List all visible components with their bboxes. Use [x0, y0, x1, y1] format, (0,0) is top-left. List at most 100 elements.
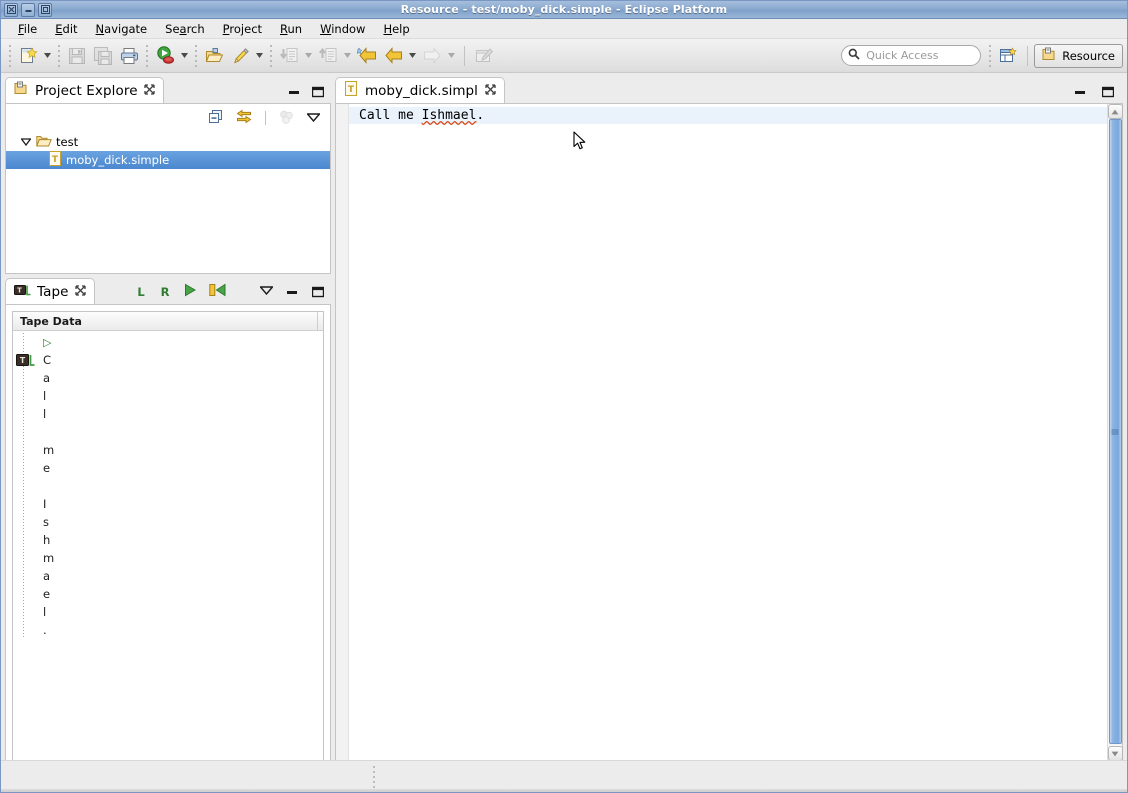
tape-row[interactable]: a	[13, 369, 323, 387]
text-file-icon: T	[48, 151, 62, 169]
run-dropdown-icon[interactable]	[178, 43, 191, 69]
tape-row[interactable]: l	[13, 603, 323, 621]
svg-text:T: T	[348, 85, 355, 95]
folder-icon	[36, 134, 52, 151]
menu-search[interactable]: Search	[156, 20, 214, 38]
code-line-1[interactable]: Call me Ishmael.	[349, 107, 1107, 124]
toolbar-separator	[464, 45, 465, 66]
tab-project-explorer[interactable]: Project Explore	[5, 77, 164, 103]
menu-window[interactable]: Window	[311, 20, 374, 38]
tape-cell-value: m	[43, 551, 55, 565]
maximize-view-icon[interactable]	[1101, 85, 1115, 99]
menu-navigate[interactable]: Navigate	[87, 20, 157, 38]
toolbar-grip[interactable]	[7, 44, 13, 67]
view-menu-icon[interactable]	[305, 112, 322, 125]
menu-file[interactable]: File	[9, 20, 46, 38]
vertical-scroll-thumb[interactable]	[1108, 119, 1122, 744]
editor-text-area[interactable]: Call me Ishmael.	[349, 104, 1107, 761]
maximize-button[interactable]	[38, 2, 52, 17]
tape-row[interactable]: TC	[13, 351, 323, 369]
maximize-view-icon[interactable]	[311, 85, 325, 99]
title-bar: Resource - test/moby_dick.simple - Eclip…	[1, 1, 1127, 19]
collapse-all-icon[interactable]	[208, 109, 223, 127]
run-tape-button[interactable]	[183, 283, 197, 300]
tape-row[interactable]: l	[13, 387, 323, 405]
tab-tape[interactable]: T Tape	[5, 278, 95, 304]
window-title: Resource - test/moby_dick.simple - Eclip…	[400, 3, 728, 16]
tape-rows[interactable]: ▷ T Ca l l m e Is h m a e l.	[13, 331, 323, 768]
toolbar-grip-5[interactable]	[268, 44, 274, 67]
tree-item-moby-dick-simple[interactable]: T moby_dick.simple	[6, 151, 330, 169]
open-resource-icon[interactable]	[201, 43, 227, 69]
menu-edit[interactable]: Edit	[46, 20, 86, 38]
code-error-word: Ishmael	[421, 108, 477, 123]
toolbar-grip-3[interactable]	[144, 44, 150, 67]
close-icon[interactable]	[74, 284, 86, 300]
minimize-button[interactable]	[21, 2, 35, 17]
minimize-view-icon[interactable]	[285, 285, 299, 299]
tape-row[interactable]: h	[13, 531, 323, 549]
project-explorer-title: Project Explore	[35, 82, 138, 99]
editor-vertical-ruler[interactable]	[336, 104, 349, 761]
minimize-view-icon[interactable]	[287, 85, 301, 99]
tape-row[interactable]: .	[13, 621, 323, 639]
expand-twisty-icon[interactable]	[20, 138, 32, 146]
scroll-up-arrow-icon[interactable]	[1107, 104, 1123, 119]
perspective-button-resource[interactable]: Resource	[1034, 43, 1123, 68]
run-icon[interactable]	[152, 43, 178, 69]
tape-row[interactable]	[13, 477, 323, 495]
tape-cell-value: a	[43, 569, 51, 583]
close-icon[interactable]	[485, 83, 496, 99]
print-icon[interactable]	[116, 43, 142, 69]
editor-area: T moby_dick.simpl Call me Ishmael.	[335, 77, 1123, 778]
close-button[interactable]	[4, 2, 18, 17]
menu-project[interactable]: Project	[214, 20, 271, 38]
new-wizard-icon[interactable]	[15, 43, 41, 69]
tape-row[interactable]: ▷	[13, 333, 323, 351]
scroll-down-arrow-icon[interactable]	[1107, 746, 1123, 761]
open-perspective-icon[interactable]	[995, 43, 1021, 69]
quick-access-input[interactable]	[864, 48, 975, 63]
tape-row[interactable]: I	[13, 495, 323, 513]
tape-column-header[interactable]: Tape Data	[13, 312, 323, 331]
editor-tabrow: T moby_dick.simpl	[335, 77, 1123, 103]
tape-row[interactable]: m	[13, 549, 323, 567]
maximize-view-icon[interactable]	[311, 285, 325, 299]
backward-icon[interactable]	[380, 43, 406, 69]
tab-moby-dick-simple[interactable]: T moby_dick.simpl	[335, 77, 505, 103]
perspective-grip[interactable]	[987, 44, 994, 67]
rewind-tape-button[interactable]	[209, 283, 226, 300]
search-pen-icon[interactable]	[227, 43, 253, 69]
close-icon[interactable]	[143, 83, 155, 99]
tape-row[interactable]: m	[13, 441, 323, 459]
tape-row[interactable]: s	[13, 513, 323, 531]
tape-row[interactable]: l	[13, 405, 323, 423]
menu-run[interactable]: Run	[271, 20, 311, 38]
move-left-button[interactable]: L	[135, 285, 147, 299]
tape-row[interactable]: e	[13, 585, 323, 603]
editor-inner: Call me Ishmael.	[336, 104, 1123, 761]
status-bar-grip[interactable]	[372, 765, 376, 788]
move-right-button[interactable]: R	[159, 285, 171, 299]
new-wizard-dropdown-icon[interactable]	[41, 43, 54, 69]
editor-viewcontrols	[1073, 85, 1123, 103]
tape-cell-value: s	[43, 515, 49, 529]
tree-item-test[interactable]: test	[6, 133, 330, 151]
back-history-icon[interactable]	[354, 43, 380, 69]
focus-on-active-task-icon	[279, 110, 294, 127]
toolbar-grip-2[interactable]	[56, 44, 62, 67]
tape-row[interactable]: a	[13, 567, 323, 585]
editor-vertical-scrollbar[interactable]	[1107, 104, 1123, 761]
backward-dropdown-icon[interactable]	[406, 43, 419, 69]
menu-help[interactable]: Help	[374, 20, 418, 38]
toolbar-grip-4[interactable]	[193, 44, 199, 67]
tape-tree-guide	[23, 423, 24, 441]
tape-cell-value: l	[43, 389, 47, 403]
tape-row[interactable]: e	[13, 459, 323, 477]
view-menu-icon[interactable]	[258, 285, 275, 298]
minimize-view-icon[interactable]	[1073, 85, 1087, 99]
quick-access-box[interactable]	[841, 45, 982, 66]
tape-row[interactable]	[13, 423, 323, 441]
search-dropdown-icon[interactable]	[253, 43, 266, 69]
link-with-editor-icon[interactable]	[236, 109, 252, 127]
